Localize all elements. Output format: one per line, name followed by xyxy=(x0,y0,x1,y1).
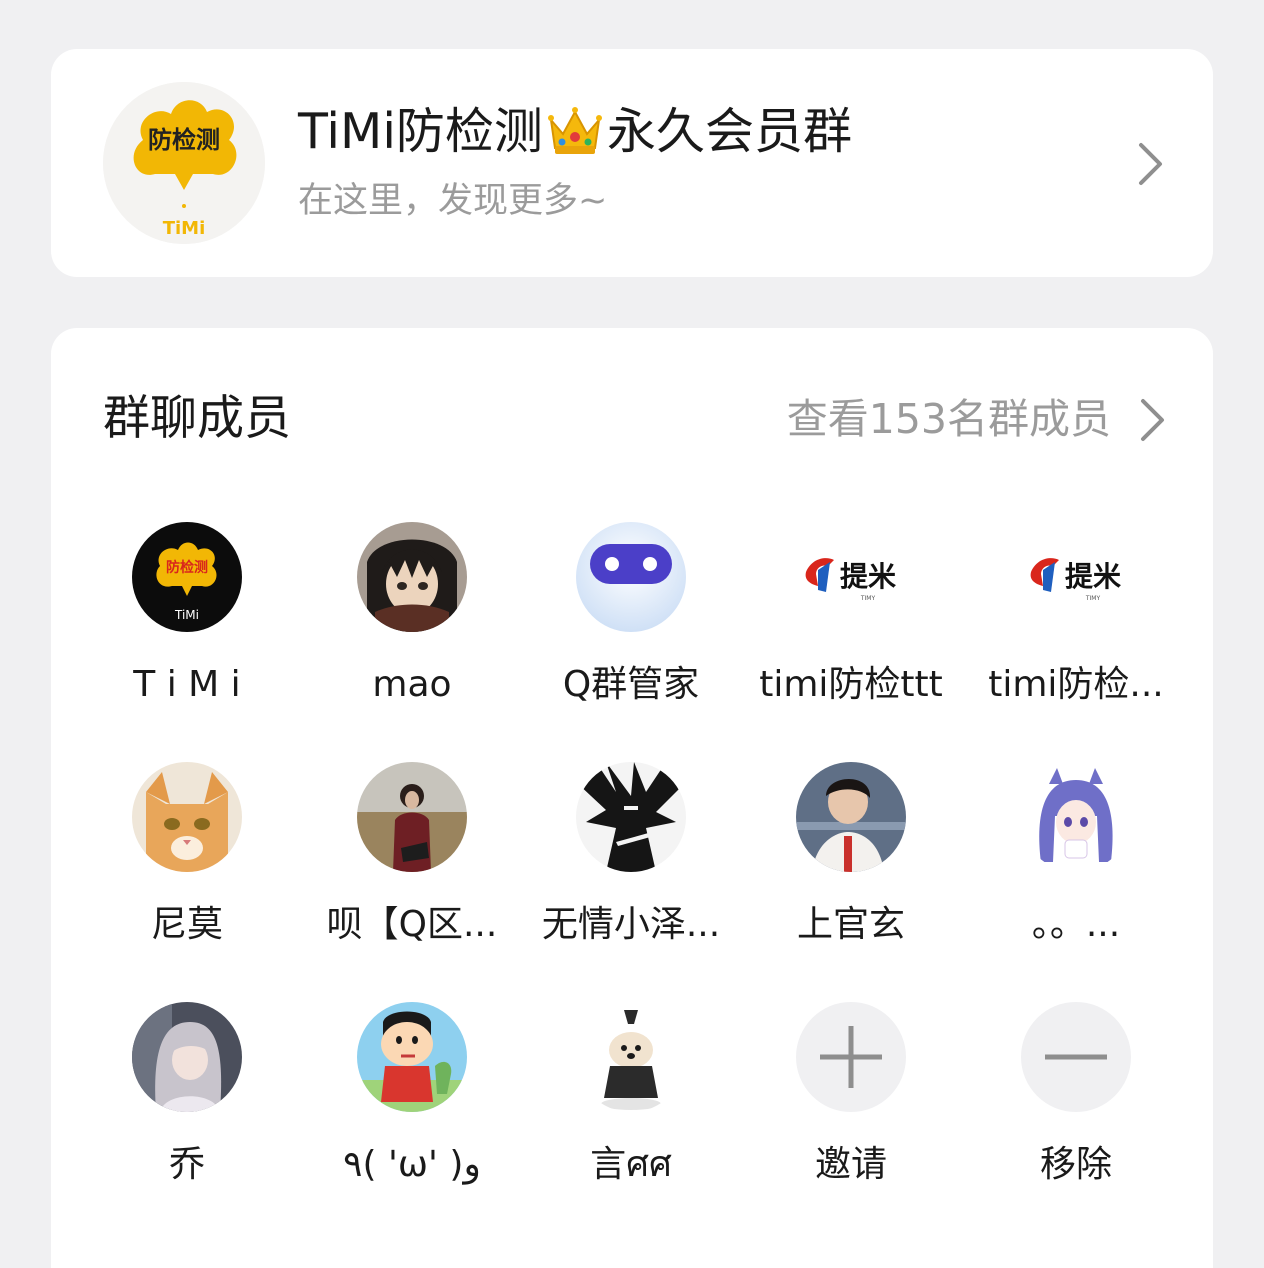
member-name: 。。... xyxy=(1031,904,1121,945)
chevron-right-icon[interactable] xyxy=(1138,142,1164,186)
chevron-right-icon[interactable] xyxy=(1140,398,1166,442)
member-name: T i M i xyxy=(133,664,241,705)
portrait-avatar xyxy=(796,762,906,872)
remove-label: 移除 xyxy=(1039,1144,1112,1185)
member-name: timi防检ttt xyxy=(759,664,943,705)
member-name: 言ศศ xyxy=(590,1144,672,1185)
crown-icon xyxy=(545,104,605,160)
timi-brand-avatar: 提米 TIMY xyxy=(1021,522,1131,632)
member-name: 上官玄 xyxy=(796,904,905,945)
anime-girl-avatar xyxy=(1021,762,1131,872)
timi-logo-avatar: 防检测 TiMi xyxy=(132,522,242,632)
cat-avatar xyxy=(132,762,242,872)
member-name: 乔 xyxy=(168,1144,205,1185)
group-avatar: 防检测 TiMi xyxy=(103,82,265,244)
cartoon-avatar xyxy=(357,1002,467,1112)
brand-text: 提米 xyxy=(1065,560,1121,593)
member-name: Q群管家 xyxy=(562,664,700,705)
plus-icon[interactable] xyxy=(796,1002,906,1112)
group-subtitle: 在这里，发现更多~ xyxy=(298,181,608,221)
group-title-suffix: 永久会员群 xyxy=(606,103,852,160)
group-avatar-subtext: TiMi xyxy=(163,218,206,239)
brand-small-text: TIMY xyxy=(860,595,876,602)
invite-label: 邀请 xyxy=(814,1144,887,1185)
member-name: 尼莫 xyxy=(150,904,223,945)
group-title: TiMi防检测 永久会员群 xyxy=(298,100,852,164)
member-name: ٩( 'ω' )و xyxy=(343,1144,481,1185)
manga-avatar xyxy=(576,762,686,872)
member-name: timi防检... xyxy=(988,664,1164,705)
avatar-logo-subtext: TiMi xyxy=(174,608,199,622)
members-section-title: 群聊成员 xyxy=(103,391,291,446)
group-avatar-text: 防检测 xyxy=(148,125,220,154)
minus-icon[interactable] xyxy=(1021,1002,1131,1112)
view-all-members-link[interactable]: 查看153名群成员 xyxy=(787,392,1111,446)
member-name: 无情小泽... xyxy=(541,904,721,945)
anime-girl-avatar xyxy=(132,1002,242,1112)
toy-avatar xyxy=(576,1002,686,1112)
bot-avatar xyxy=(576,522,686,632)
group-title-prefix: TiMi防检测 xyxy=(298,103,543,160)
avatar-logo-text: 防检测 xyxy=(166,559,208,576)
member-name: mao xyxy=(372,664,452,705)
member-name: 呗【Q区... xyxy=(326,904,498,945)
brand-small-text: TIMY xyxy=(1085,595,1101,602)
anime-avatar xyxy=(357,522,467,632)
timi-brand-avatar: 提米 TIMY xyxy=(796,522,906,632)
photo-avatar xyxy=(357,762,467,872)
brand-text: 提米 xyxy=(840,560,896,593)
